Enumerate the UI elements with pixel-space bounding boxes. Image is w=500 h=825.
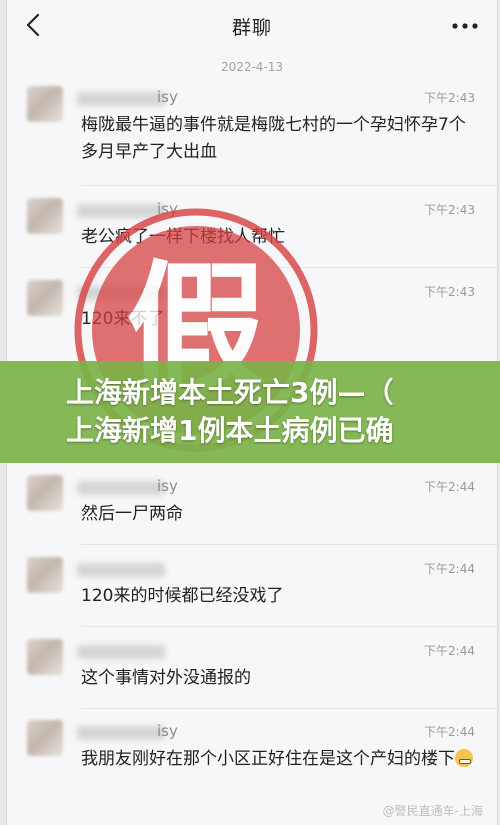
headline-line-1: 上海新增本土死亡3例—（: [66, 376, 394, 409]
divider: [81, 626, 497, 627]
message-time: 下午2:43: [424, 91, 475, 105]
message-text: 120来的时候都已经没戏了: [81, 586, 284, 606]
sender-name-blur: [77, 645, 165, 659]
message-time: 下午2:43: [424, 203, 475, 217]
divider: [81, 544, 497, 545]
grimace-emoji-icon: [455, 749, 473, 767]
more-dots-icon[interactable]: [451, 16, 479, 36]
avatar[interactable]: [27, 557, 63, 593]
sender-name: isy: [157, 722, 178, 740]
sender-name-blur: [77, 726, 165, 740]
message-text: 然后一尸两命: [81, 504, 183, 524]
nav-bar: 群聊: [7, 0, 497, 52]
sender-name-blur: [77, 92, 165, 106]
watermark: @警民直通车-上海: [382, 804, 483, 818]
message-time: 下午2:44: [424, 725, 475, 739]
message-item[interactable]: isy 下午2:43 梅陇最牛逼的事件就是梅陇七村的一个孕妇怀孕7个多月早产了大…: [7, 86, 497, 186]
avatar[interactable]: [27, 198, 63, 234]
message-time: 下午2:44: [424, 644, 475, 658]
avatar[interactable]: [27, 475, 63, 511]
message-time: 下午2:43: [424, 285, 475, 299]
message-time: 下午2:44: [424, 480, 475, 494]
message-text: 这个事情对外没通报的: [81, 668, 251, 688]
sender-name: isy: [157, 477, 178, 495]
divider: [81, 708, 497, 709]
message-text: 我朋友刚好在那个小区正好住在是这个产妇的楼下: [81, 746, 481, 773]
date-separator: 2022-4-13: [220, 60, 284, 74]
sender-name-blur: [77, 481, 165, 495]
sender-name-blur: [77, 563, 165, 577]
chevron-left-icon[interactable]: [19, 10, 49, 40]
avatar[interactable]: [27, 720, 63, 756]
headline-banner: 上海新增本土死亡3例—（ 上海新增1例本土病例已确: [0, 361, 500, 463]
sender-name: isy: [157, 88, 178, 106]
headline-line-2: 上海新增1例本土病例已确: [66, 414, 394, 447]
page-title: 群聊: [231, 16, 272, 39]
divider: [81, 185, 497, 186]
message-text: 梅陇最牛逼的事件就是梅陇七村的一个孕妇怀孕7个多月早产了大出血: [81, 115, 466, 162]
avatar[interactable]: [27, 639, 63, 675]
avatar[interactable]: [27, 86, 63, 122]
message-time: 下午2:44: [424, 562, 475, 576]
avatar[interactable]: [27, 280, 63, 316]
message-text-content: 我朋友刚好在那个小区正好住在是这个产妇的楼下: [81, 749, 455, 769]
